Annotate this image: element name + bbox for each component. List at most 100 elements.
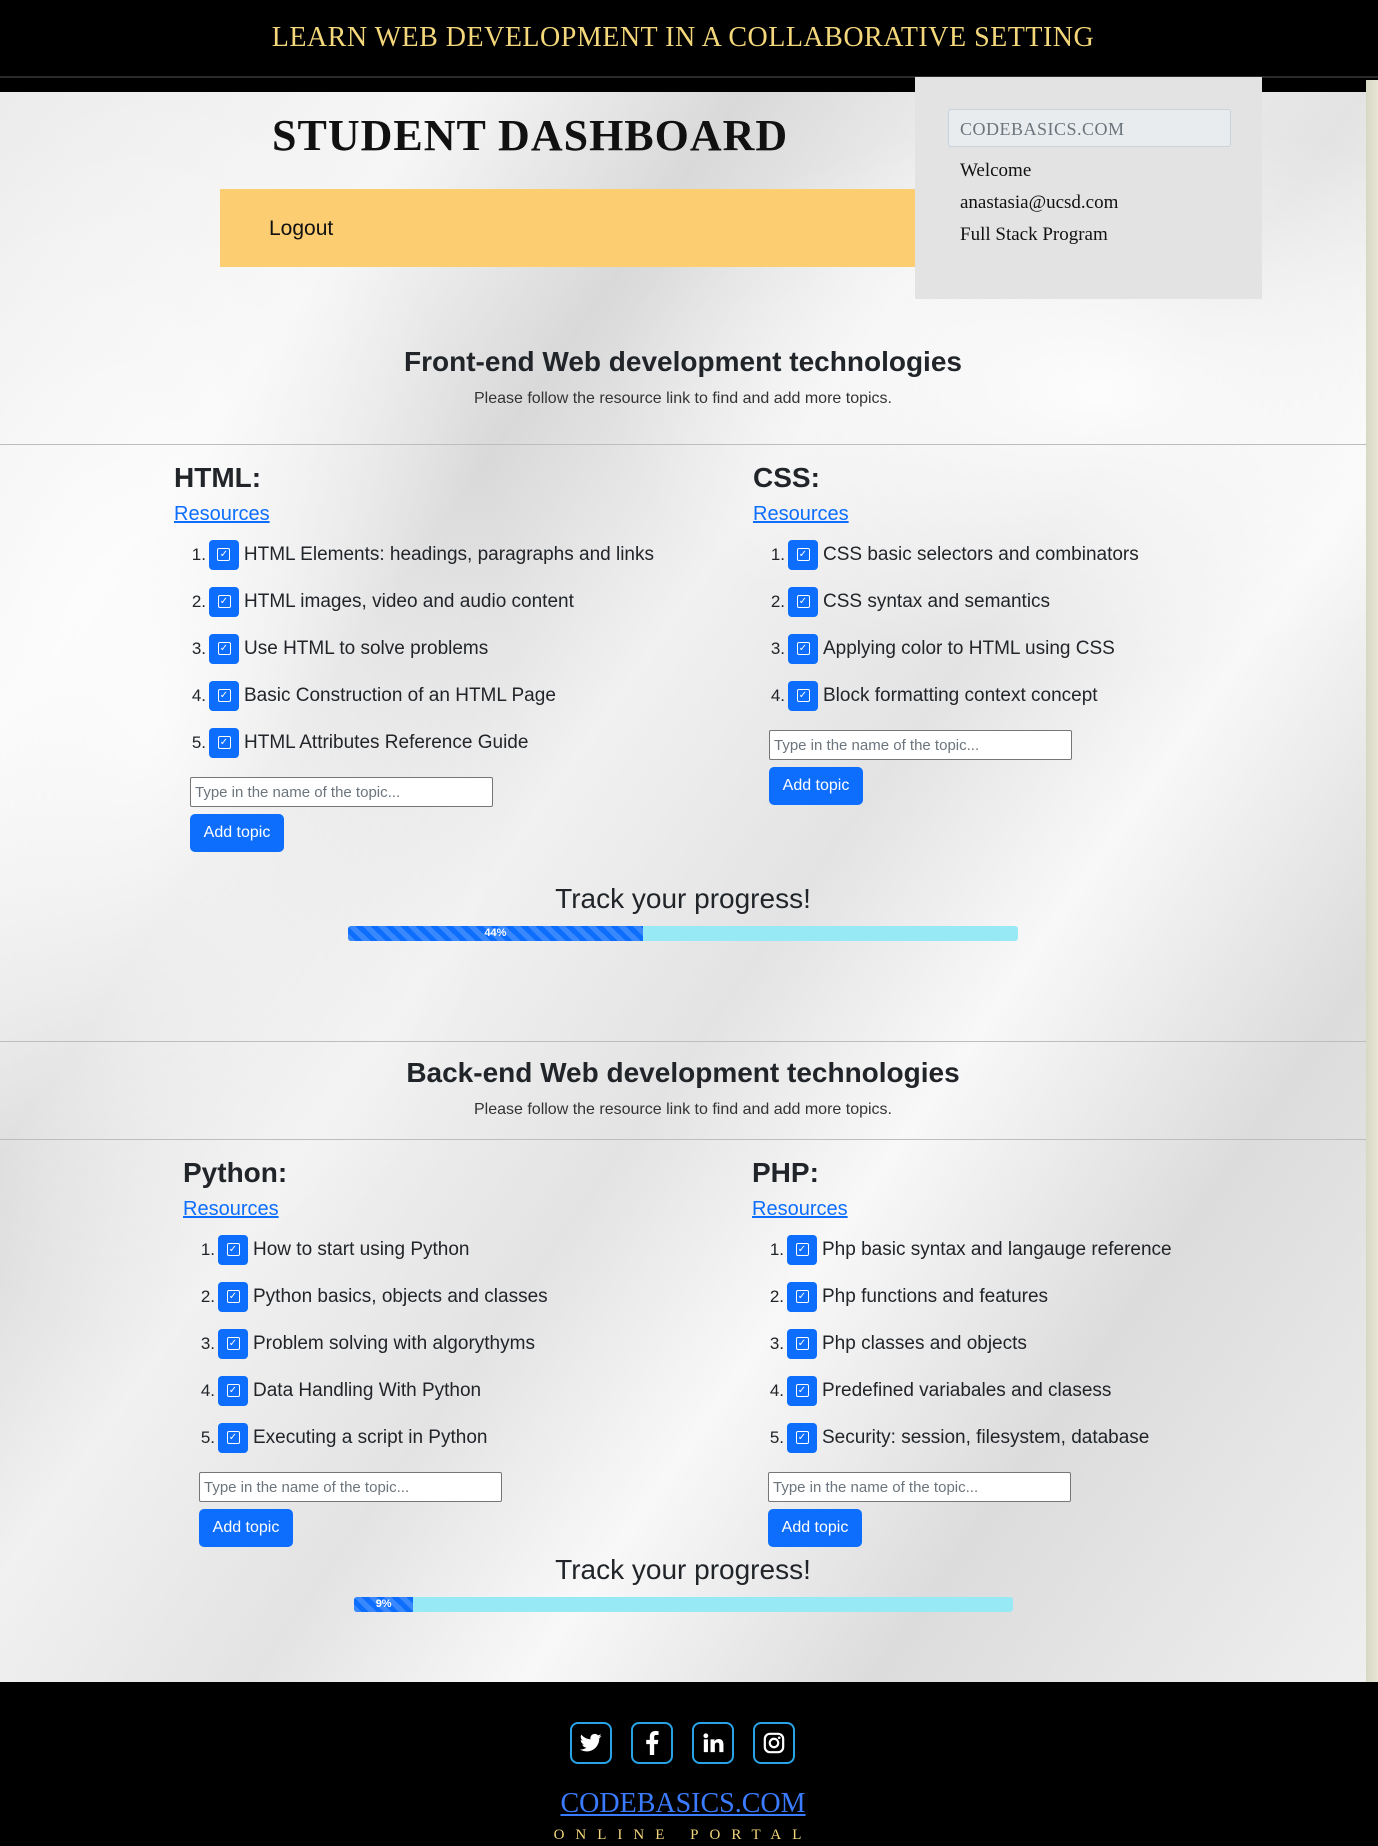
add-topic-button[interactable]: Add topic xyxy=(769,767,863,805)
topic-checkbox[interactable]: ✓ xyxy=(788,539,818,570)
topic-checkbox[interactable]: ✓ xyxy=(209,680,239,711)
backend-section-title: Back-end Web development technologies xyxy=(406,1057,960,1088)
check-icon: ✓ xyxy=(795,1290,809,1303)
topic-checkbox[interactable]: ✓ xyxy=(787,1281,817,1312)
topic-checkbox[interactable]: ✓ xyxy=(218,1234,248,1265)
topic-checkbox[interactable]: ✓ xyxy=(218,1281,248,1312)
topic-number: 4. xyxy=(770,685,785,705)
check-icon: ✓ xyxy=(796,642,810,655)
topic-label: HTML Attributes Reference Guide xyxy=(244,731,529,753)
footer-brand-link[interactable]: CODEBASICS.COM xyxy=(0,1788,1366,1820)
topic-name-input[interactable] xyxy=(768,1472,1071,1502)
topic-checkbox[interactable]: ✓ xyxy=(218,1375,248,1406)
resources-link[interactable]: Resources xyxy=(752,1194,1232,1224)
welcome-text: Welcome xyxy=(960,160,1032,181)
topic-number: 1. xyxy=(200,1239,215,1259)
add-topic-button[interactable]: Add topic xyxy=(190,814,284,852)
topic-checkbox[interactable]: ✓ xyxy=(788,633,818,664)
topic-item: 1. ✓ Php basic syntax and langauge refer… xyxy=(752,1226,1232,1273)
check-icon: ✓ xyxy=(217,595,231,608)
topic-item: 3. ✓ Problem solving with algorythyms xyxy=(183,1320,663,1367)
topic-item: 4. ✓ Block formatting context concept xyxy=(753,672,1233,719)
topic-number: 1. xyxy=(191,544,206,564)
topic-checkbox[interactable]: ✓ xyxy=(787,1328,817,1359)
divider xyxy=(0,1139,1366,1140)
brand-field: CODEBASICS.COM xyxy=(948,109,1231,147)
topic-checkbox[interactable]: ✓ xyxy=(787,1422,817,1453)
topic-checkbox[interactable]: ✓ xyxy=(788,680,818,711)
topic-name-input[interactable] xyxy=(199,1472,502,1502)
topic-checkbox[interactable]: ✓ xyxy=(208,539,239,570)
column-heading: PHP: xyxy=(752,1157,819,1188)
topic-label: HTML Elements: headings, paragraphs and … xyxy=(243,543,654,565)
css-column: CSS: Resources 1. ✓ CSS basic selectors a… xyxy=(753,459,1233,805)
logout-link[interactable]: Logout xyxy=(269,217,333,241)
add-topic-button[interactable]: Add topic xyxy=(768,1509,862,1547)
linkedin-icon[interactable] xyxy=(692,1722,734,1764)
topic-label: Php classes and objects xyxy=(822,1332,1027,1354)
topic-number: 1. xyxy=(770,544,785,564)
resources-link[interactable]: Resources xyxy=(183,1194,663,1224)
topic-name-input[interactable] xyxy=(769,730,1072,760)
topic-checkbox[interactable]: ✓ xyxy=(218,1328,248,1359)
topic-number: 2. xyxy=(770,591,785,611)
topic-item: 1. ✓ HTML Elements: headings, paragraphs… xyxy=(174,531,654,578)
topic-checkbox[interactable]: ✓ xyxy=(218,1422,248,1453)
topic-checkbox[interactable]: ✓ xyxy=(787,1375,817,1406)
topic-checkbox[interactable]: ✓ xyxy=(787,1234,817,1265)
topic-label: CSS basic selectors and combinators xyxy=(823,543,1139,565)
frontend-progress-bar: 44% xyxy=(348,926,1018,941)
backend-progress-title: Track your progress! xyxy=(555,1554,811,1585)
topic-checkbox[interactable]: ✓ xyxy=(209,633,239,664)
instagram-icon[interactable] xyxy=(753,1722,795,1764)
check-icon: ✓ xyxy=(226,1290,240,1303)
resources-link[interactable]: Resources xyxy=(753,499,1233,529)
column-heading: CSS: xyxy=(753,462,820,493)
check-icon: ✓ xyxy=(795,1337,809,1350)
column-heading: HTML: xyxy=(174,462,262,493)
topic-checkbox[interactable]: ✓ xyxy=(788,586,818,617)
topic-label: HTML images, video and audio content xyxy=(244,590,574,612)
column-heading: Python: xyxy=(183,1157,288,1188)
footer-tagline: ONLINE PORTAL xyxy=(553,1827,813,1843)
frontend-progress-fill: 44% xyxy=(348,926,643,941)
topic-number: 5. xyxy=(200,1427,215,1447)
topic-label: CSS syntax and semantics xyxy=(823,590,1051,612)
divider xyxy=(0,444,1366,445)
resources-link[interactable]: Resources xyxy=(174,499,654,529)
topic-name-input[interactable] xyxy=(190,777,493,807)
python-column: Python: Resources 1. ✓ How to start using… xyxy=(183,1154,663,1547)
topic-item: 3. ✓ Use HTML to solve problems xyxy=(174,625,654,672)
check-icon: ✓ xyxy=(796,689,810,702)
topic-number: 5. xyxy=(769,1427,784,1447)
topic-label: Block formatting context concept xyxy=(823,684,1098,706)
twitter-icon[interactable] xyxy=(570,1722,612,1764)
topic-number: 2. xyxy=(200,1286,215,1306)
topic-item: 2. ✓ Python basics, objects and classes xyxy=(183,1273,663,1320)
topic-item: 5. ✓ Executing a script in Python xyxy=(183,1414,663,1461)
backend-section-subtitle: Please follow the resource link to find … xyxy=(473,1101,892,1118)
footer: CODEBASICS.COM ONLINE PORTAL xyxy=(0,1682,1378,1846)
topic-number: 1. xyxy=(769,1239,784,1259)
check-icon: ✓ xyxy=(217,548,231,561)
topic-label: Predefined variabales and clasess xyxy=(822,1379,1112,1401)
add-topic-button[interactable]: Add topic xyxy=(199,1509,293,1547)
topic-checkbox[interactable]: ✓ xyxy=(209,727,239,758)
frontend-progress-title: Track your progress! xyxy=(555,883,811,914)
topic-number: 3. xyxy=(769,1333,784,1353)
html-column: HTML: Resources 1. ✓ HTML Elements: headi… xyxy=(174,459,654,852)
topic-label: Problem solving with algorythyms xyxy=(253,1332,535,1354)
facebook-icon[interactable] xyxy=(631,1722,673,1764)
check-icon: ✓ xyxy=(795,1243,809,1256)
backend-progress-fill: 9% xyxy=(354,1597,414,1612)
topic-label: Applying color to HTML using CSS xyxy=(823,637,1115,659)
check-icon: ✓ xyxy=(226,1337,240,1350)
topic-label: Php basic syntax and langauge reference xyxy=(822,1238,1172,1260)
topic-item: 3. ✓ Php classes and objects xyxy=(752,1320,1232,1367)
check-icon: ✓ xyxy=(217,736,231,749)
topic-number: 3. xyxy=(200,1333,215,1353)
topic-checkbox[interactable]: ✓ xyxy=(209,586,239,617)
topic-number: 4. xyxy=(200,1380,215,1400)
top-banner: LEARN WEB DEVELOPMENT IN A COLLABORATIVE… xyxy=(0,0,1378,78)
topic-list: 1. ✓ How to start using Python 2. ✓ Pyth… xyxy=(183,1226,663,1461)
